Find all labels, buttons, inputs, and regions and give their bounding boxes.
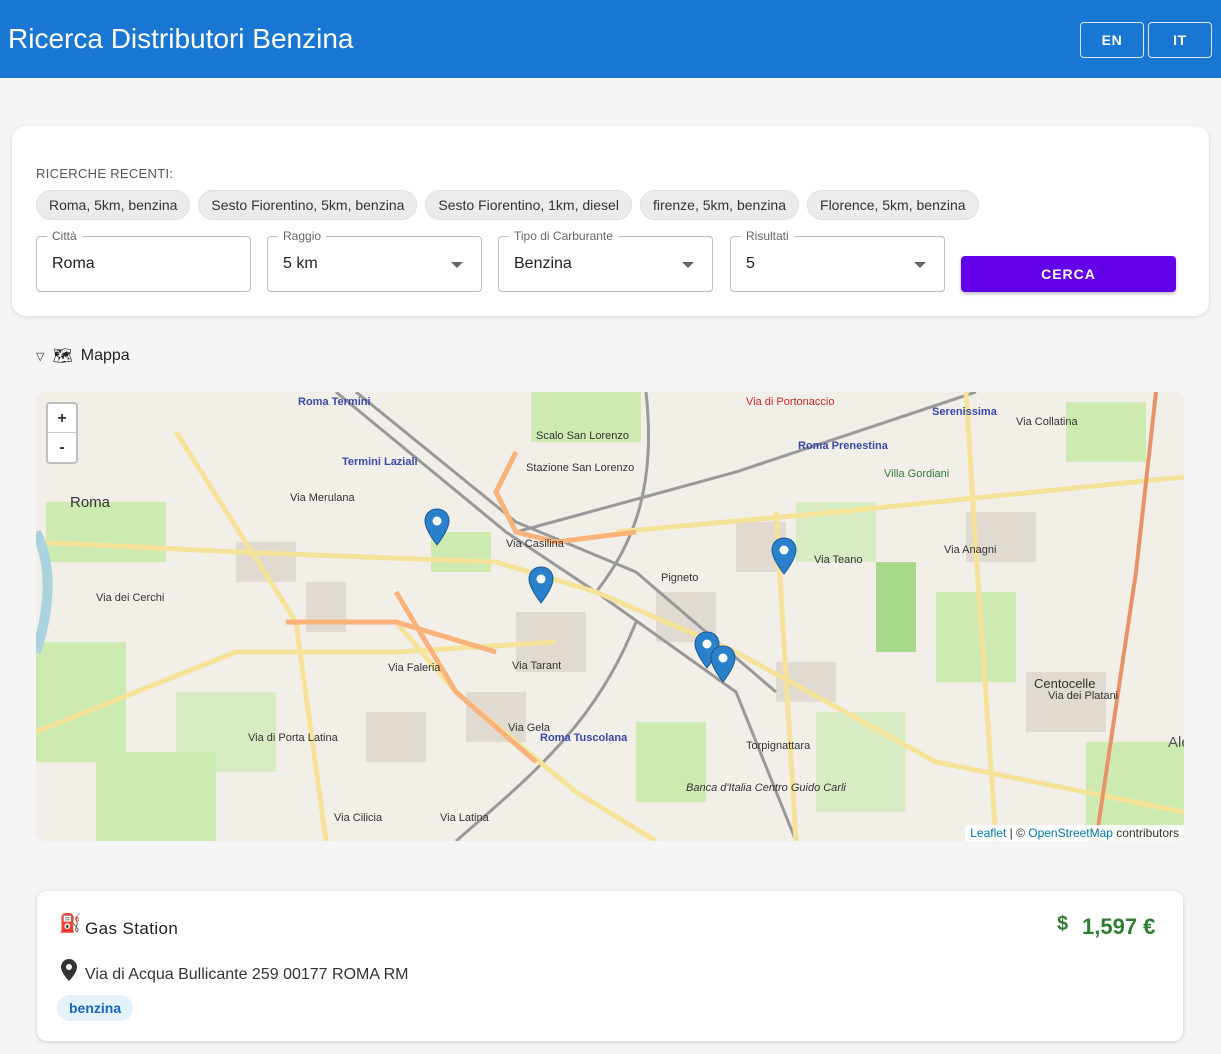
map-place-label: Scalo San Lorenzo [536, 430, 629, 442]
recent-search-chip[interactable]: Sesto Fiorentino, 5km, benzina [198, 190, 418, 220]
radius-select[interactable]: Raggio 5 km [267, 229, 482, 292]
recent-search-chip[interactable]: Roma, 5km, benzina [36, 190, 191, 220]
station-name: Gas Station [85, 919, 179, 938]
map-place-label: Via dei Cerchi [96, 592, 165, 604]
map-section-label: Mappa [80, 347, 130, 364]
map-place-label: Pigneto [661, 572, 699, 584]
leaflet-link[interactable]: Leaflet [970, 826, 1006, 840]
map-place-label: Roma Termini [298, 396, 371, 408]
map-place-label: Ales [1168, 734, 1184, 751]
map-place-label: Torpignattara [746, 740, 811, 752]
map-place-label: Banca d'Italia Centro Guido Carli [686, 782, 846, 794]
map-place-label: Via Teano [814, 554, 863, 566]
map-place-label: Via Gela [508, 722, 550, 734]
city-value[interactable]: Roma [52, 255, 95, 273]
map-place-label: Via Cilicia [334, 812, 383, 824]
map-section-toggle[interactable]: ▽ 🗺 Mappa [36, 344, 130, 368]
map-place-label: Roma [70, 494, 111, 511]
fuel-type-badge: benzina [57, 995, 134, 1021]
station-marker-icon[interactable] [424, 508, 450, 546]
app-title: Ricerca Distributori Benzina [8, 23, 354, 54]
map-place-label: Via Collatina [1016, 416, 1078, 428]
lang-it-button[interactable]: IT [1148, 22, 1212, 58]
map-place-label: Via di Portonaccio [746, 396, 835, 408]
map-zoom-control: + - [46, 402, 78, 464]
station-marker-icon[interactable] [528, 566, 554, 604]
fuel-type-select[interactable]: Tipo di Carburante Benzina [498, 229, 713, 292]
collapse-triangle-icon[interactable]: ▽ [36, 350, 44, 363]
map-view[interactable]: Roma Roma Termini Termini Laziali Scalo … [36, 392, 1184, 841]
lang-en-button[interactable]: EN [1080, 22, 1144, 58]
attribution-separator: | © [1006, 826, 1029, 840]
fuel-pump-icon: ⛽ [59, 913, 82, 933]
city-label: Città [47, 229, 82, 243]
results-label: Risultati [741, 229, 794, 243]
map-place-label: Via Faleria [388, 662, 441, 674]
map-place-label: Via Tarant [512, 660, 562, 672]
station-price: 1,597 € [1082, 914, 1156, 939]
map-place-label: Via Merulana [290, 492, 355, 504]
osm-link[interactable]: OpenStreetMap [1028, 826, 1113, 840]
location-pin-icon [61, 959, 77, 981]
map-place-label: Stazione San Lorenzo [526, 462, 635, 474]
city-input[interactable]: Città Roma [36, 229, 251, 292]
chevron-down-icon[interactable] [451, 262, 463, 268]
map-tiles[interactable] [36, 392, 1184, 841]
fuel-type-label: Tipo di Carburante [509, 229, 618, 243]
search-button[interactable]: CERCA [961, 256, 1176, 292]
map-place-label: Via dei Platani [1048, 690, 1119, 702]
recent-search-chip[interactable]: firenze, 5km, benzina [639, 190, 800, 220]
results-value[interactable]: 5 [746, 255, 755, 273]
station-marker-icon[interactable] [710, 645, 736, 683]
station-address: Via di Acqua Bullicante 259 00177 ROMA R… [85, 966, 409, 983]
zoom-in-button[interactable]: + [48, 404, 76, 433]
map-place-label: Via Latina [440, 812, 489, 824]
map-place-label: Roma Tuscolana [540, 732, 628, 744]
fuel-type-value[interactable]: Benzina [514, 255, 572, 273]
search-card: RICERCHE RECENTI: Roma, 5km, benzina Ses… [12, 126, 1209, 316]
results-select[interactable]: Risultati 5 [730, 229, 945, 292]
map-place-label: Villa Gordiani [884, 468, 950, 480]
map-place-label: Serenissima [932, 406, 997, 418]
recent-search-chip[interactable]: Florence, 5km, benzina [807, 190, 979, 220]
map-place-label: Termini Laziali [342, 456, 418, 468]
recent-searches-list: Roma, 5km, benzina Sesto Fiorentino, 5km… [36, 190, 979, 220]
map-place-label: Via di Porta Latina [248, 732, 338, 744]
recent-search-chip[interactable]: Sesto Fiorentino, 1km, diesel [425, 190, 632, 220]
app-bar: Ricerca Distributori Benzina EN IT [0, 0, 1221, 78]
attribution-tail: contributors [1112, 826, 1179, 840]
station-result-card[interactable]: ⛽ Gas Station $ 1,597 € Via di Acqua Bul… [37, 891, 1183, 1041]
radius-label: Raggio [278, 229, 327, 243]
dollar-icon: $ [1057, 913, 1069, 935]
recent-searches-title: RICERCHE RECENTI: [36, 166, 174, 181]
map-place-label: Via Casilina [506, 538, 564, 550]
chevron-down-icon[interactable] [682, 262, 694, 268]
station-marker-icon[interactable] [771, 537, 797, 575]
map-place-label: Centocelle [1034, 676, 1096, 691]
chevron-down-icon[interactable] [914, 262, 926, 268]
map-attribution: Leaflet | © OpenStreetMap contributors [965, 825, 1184, 841]
radius-value[interactable]: 5 km [283, 255, 318, 273]
map-icon: 🗺 [52, 348, 73, 365]
zoom-out-button[interactable]: - [48, 433, 76, 462]
map-place-label: Via Anagni [944, 544, 997, 556]
map-place-label: Roma Prenestina [798, 440, 888, 452]
